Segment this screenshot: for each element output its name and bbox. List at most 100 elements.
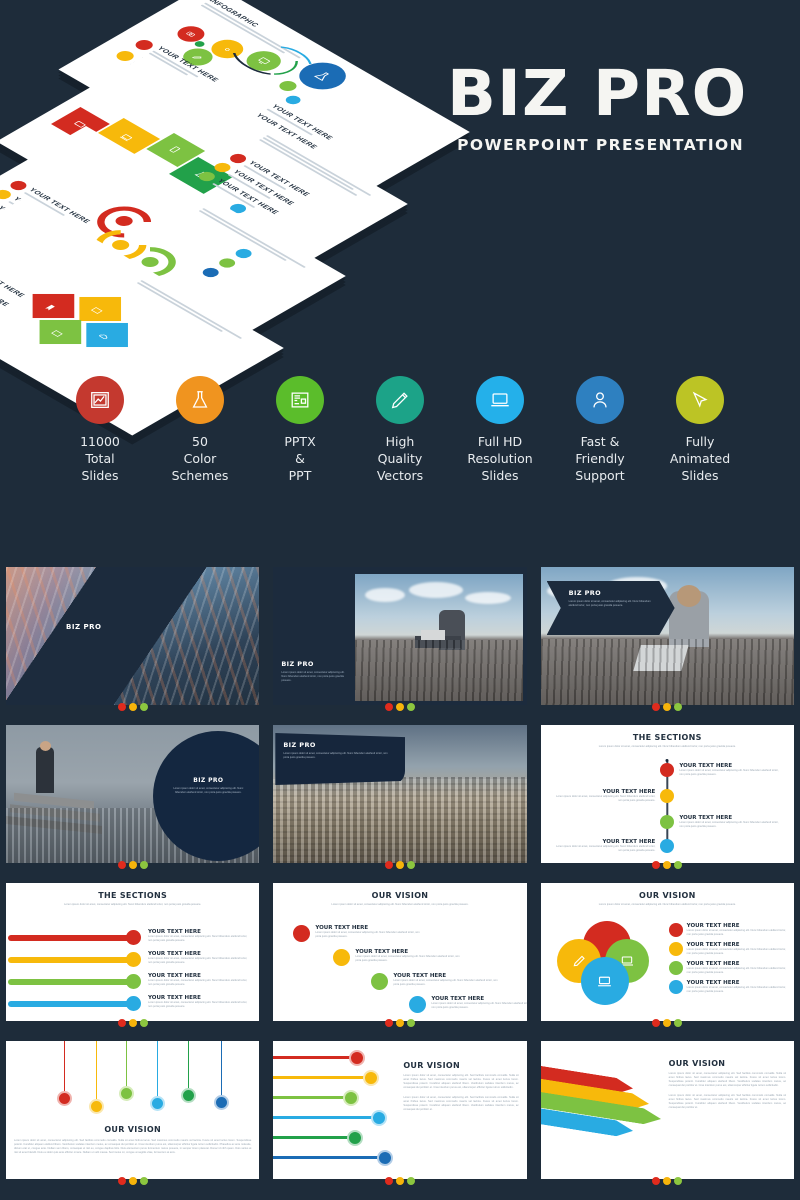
timeline-item-body: Lorem ipsum dolor sit amet, consectetur …: [556, 795, 656, 803]
slide-color-dots: [384, 703, 415, 711]
vision-staircase-slide[interactable]: OUR VISION Lorem ipsum dolor sit amet, c…: [273, 883, 527, 1021]
pin-bars: [273, 1049, 399, 1169]
feature-label: PPTX & PPT: [284, 434, 316, 483]
pencil-icon-badge: [376, 376, 424, 424]
bar-row: YOUR TEXT HERE Lorem ipsum dolor sit ame…: [8, 993, 253, 1015]
bar-body: Lorem ipsum dolor sit amet, consectetur …: [148, 1001, 248, 1009]
slide-body: Lorem ipsum dolor sit amet, consectetur …: [568, 600, 651, 608]
slide-color-dots: [652, 703, 683, 711]
sections-vertical-timeline-slide[interactable]: THE SECTIONS Lorem ipsum dolor sit amet,…: [540, 725, 794, 863]
feature-item-total-slides: 11000 Total Slides: [50, 376, 150, 485]
title-circle-panel-slide[interactable]: BIZ PRO Lorem ipsum dolor sit amet, cons…: [6, 725, 260, 863]
laptop-icon: [598, 976, 612, 986]
flask-icon: [313, 72, 330, 82]
user-icon-badge: [576, 376, 624, 424]
slide-body: Lorem ipsum dolor sit amet, consectetur …: [283, 752, 388, 760]
feature-list: 11000 Total Slides 50 Color Schemes PPTX…: [0, 376, 800, 485]
vision-item: YOUR TEXT HERE Lorem ipsum dolor sit ame…: [668, 942, 788, 957]
slide-subtitle: Lorem ipsum dolor sit amet, consectetur …: [331, 903, 469, 906]
image-chart-icon-badge: [76, 376, 124, 424]
slide-subtitle: Lorem ipsum dolor sit amet, consectetur …: [598, 903, 736, 906]
vision-item-body: Lorem ipsum dolor sit amet, consectetur …: [686, 986, 786, 994]
slide-title: BIZ PRO: [568, 589, 602, 597]
circle-cluster: [556, 921, 667, 1005]
slide-color-dots: [652, 861, 683, 869]
slide-thumbnail[interactable]: BIZ PRO Lorem ipsum dolor sit amet, cons…: [267, 558, 533, 713]
vision-item-body: Lorem ipsum dolor sit amet, consectetur …: [686, 948, 786, 956]
slide-title: THE SECTIONS: [98, 891, 168, 900]
feature-label: Full HD Resolution Slides: [467, 434, 533, 483]
bar-body: Lorem ipsum dolor sit amet, consectetur …: [148, 957, 248, 965]
hanging-pins: [16, 1041, 249, 1125]
slide-title: BIZ PRO: [193, 777, 224, 784]
flask-icon-badge: [176, 376, 224, 424]
timeline-item-body: Lorem ipsum dolor sit amet, consectetur …: [679, 821, 779, 829]
hero-section: INFOGRAPHIC YOUR TEXT HERE YOUR TEXT HER…: [0, 0, 800, 540]
slide-title: BIZ PRO: [281, 659, 314, 668]
laptop-icon: [491, 393, 509, 407]
feature-label: 11000 Total Slides: [80, 434, 120, 483]
slide-body: Lorem ipsum dolor sit amet, consectetur …: [281, 670, 345, 682]
timeline-item-body: Lorem ipsum dolor sit amet, consectetur …: [679, 769, 779, 777]
vision-pin-bars-slide[interactable]: OUR VISION Lorem ipsum dolor sit amet, c…: [273, 1041, 527, 1179]
newspaper-icon: [291, 392, 309, 408]
slide-thumbnail[interactable]: BIZ PRO: [0, 558, 266, 713]
laptop-icon-badge: [476, 376, 524, 424]
slide-thumbnail[interactable]: THE SECTIONS Lorem ipsum dolor sit amet,…: [534, 716, 800, 871]
slide-thumbnail[interactable]: BIZ PRO Lorem ipsum dolor sit amet, cons…: [267, 716, 533, 871]
slide-subtitle: Lorem ipsum dolor sit amet, consectetur …: [598, 745, 736, 748]
slide-title: OUR VISION: [104, 1125, 161, 1134]
vision-item-body: Lorem ipsum dolor sit amet, consectetur …: [686, 929, 786, 937]
slide-color-dots: [652, 1019, 683, 1027]
slide-body-2: Lorem ipsum dolor sit amet, consectetur …: [403, 1096, 519, 1112]
feature-item-animated: Fully Animated Slides: [650, 376, 750, 485]
slide-color-dots: [117, 1019, 148, 1027]
slide-thumbnail[interactable]: OUR VISION Lorem ipsum dolor sit amet, c…: [534, 1032, 800, 1187]
poster-page: INFOGRAPHIC YOUR TEXT HERE YOUR TEXT HER…: [0, 0, 800, 1200]
bar-body: Lorem ipsum dolor sit amet, consectetur …: [148, 979, 248, 987]
vision-circles-cluster-slide[interactable]: OUR VISION Lorem ipsum dolor sit amet, c…: [540, 883, 794, 1021]
staircase-body: Lorem ipsum dolor sit amet, consectetur …: [393, 979, 498, 987]
pencil-icon: [391, 392, 408, 409]
slide-body: Lorem ipsum dolor sit amet, consectetur …: [403, 1074, 519, 1090]
slide-thumbnail[interactable]: OUR VISION Lorem ipsum dolor sit amet, c…: [267, 1032, 533, 1187]
slide-body: Lorem ipsum dolor sit amet, consectetur …: [14, 1139, 252, 1155]
slide-thumbnail[interactable]: OUR VISION Lorem ipsum dolor sit amet, c…: [0, 1032, 266, 1187]
dock-photo: [355, 574, 523, 701]
slide-subtitle: Lorem ipsum dolor sit amet, consectetur …: [64, 903, 202, 906]
staircase-row: YOUR TEXT HERE Lorem ipsum dolor sit ame…: [333, 949, 465, 966]
feature-item-file-formats: PPTX & PPT: [250, 376, 350, 485]
slide-thumbnail[interactable]: BIZ PRO Lorem ipsum dolor sit amet, cons…: [0, 716, 266, 871]
feature-label: High Quality Vectors: [376, 434, 424, 483]
title-dock-slide[interactable]: BIZ PRO Lorem ipsum dolor sit amet, cons…: [273, 567, 527, 705]
bar-row: YOUR TEXT HERE Lorem ipsum dolor sit ame…: [8, 949, 253, 971]
feature-item-resolution: Full HD Resolution Slides: [450, 376, 550, 485]
vision-item: YOUR TEXT HERE Lorem ipsum dolor sit ame…: [668, 923, 788, 937]
feature-item-vectors: High Quality Vectors: [350, 376, 450, 485]
slide-body: Lorem ipsum dolor sit amet, consectetur …: [173, 787, 244, 795]
image-chart-icon: [91, 392, 109, 408]
bar-body: Lorem ipsum dolor sit amet, consectetur …: [148, 935, 248, 943]
title-flag-banner-slide[interactable]: BIZ PRO Lorem ipsum dolor sit amet, cons…: [273, 725, 527, 863]
vision-item: YOUR TEXT HERE Lorem ipsum dolor sit ame…: [668, 961, 788, 976]
slide-title: OUR VISION: [639, 891, 696, 900]
flask-icon: [192, 391, 208, 408]
brand-block: BIZ PRO POWERPOINT PRESENTATION: [446, 57, 747, 154]
vision-hanging-pins-slide[interactable]: OUR VISION Lorem ipsum dolor sit amet, c…: [6, 1041, 260, 1179]
timeline-node: [660, 789, 675, 803]
vision-item-body: Lorem ipsum dolor sit amet, consectetur …: [686, 967, 786, 975]
slide-thumbnail[interactable]: OUR VISION Lorem ipsum dolor sit amet, c…: [267, 874, 533, 1029]
slide-thumbnail[interactable]: BIZ PRO Lorem ipsum dolor sit amet, cons…: [534, 558, 800, 713]
stack-item-label: YOUR TEXT HERE: [0, 262, 26, 299]
isometric-slide-stack: INFOGRAPHIC YOUR TEXT HERE YOUR TEXT HER…: [0, 0, 470, 436]
slide-thumbnail[interactable]: THE SECTIONS Lorem ipsum dolor sit amet,…: [0, 874, 266, 1029]
title-arrow-banner-slide[interactable]: BIZ PRO Lorem ipsum dolor sit amet, cons…: [540, 567, 794, 705]
slide-body-2: Lorem ipsum dolor sit amet, consectetur …: [668, 1094, 786, 1110]
page-title: BIZ PRO: [446, 57, 747, 130]
vision-arrows-slide[interactable]: OUR VISION Lorem ipsum dolor sit amet, c…: [540, 1041, 794, 1179]
sections-horizontal-bars-slide[interactable]: THE SECTIONS Lorem ipsum dolor sit amet,…: [6, 883, 260, 1021]
slide-color-dots: [117, 1177, 148, 1185]
timeline-node: [660, 763, 675, 777]
slide-thumbnail[interactable]: OUR VISION Lorem ipsum dolor sit amet, c…: [534, 874, 800, 1029]
title-street-slide[interactable]: BIZ PRO: [6, 567, 260, 705]
